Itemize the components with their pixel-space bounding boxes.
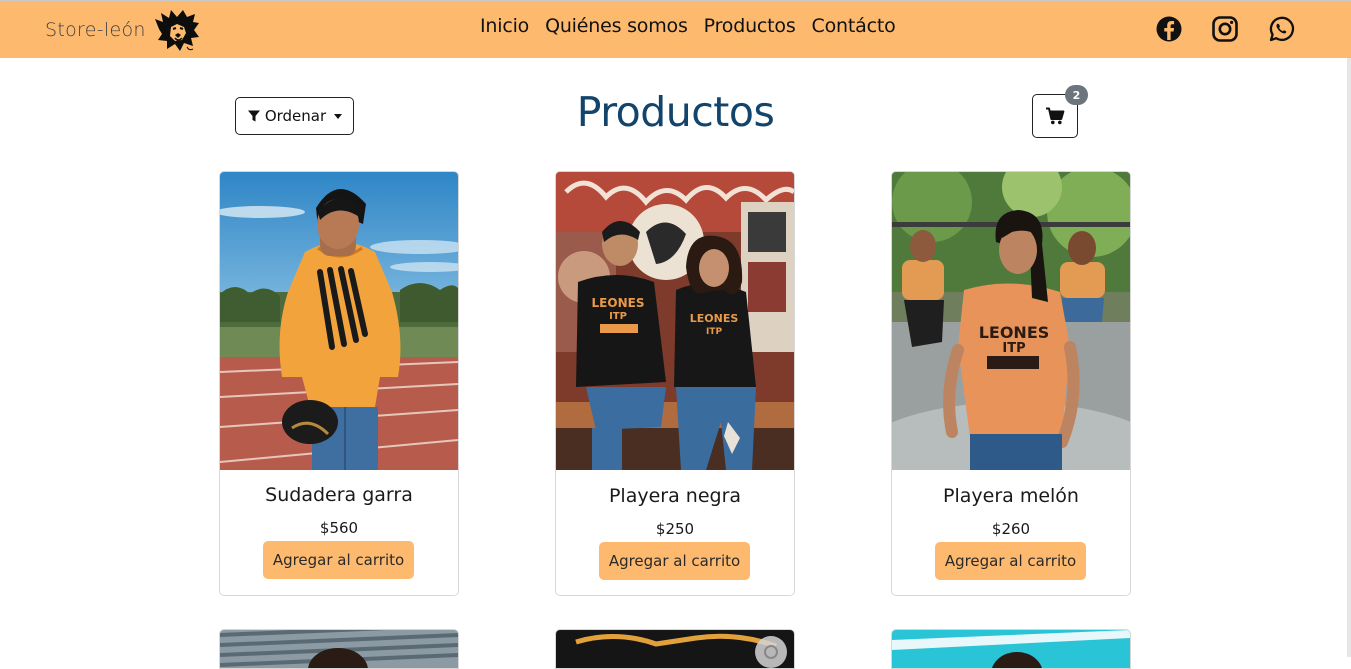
product-card: LEONES ITP Playera melón $260 Agregar al… [891, 171, 1131, 596]
product-price: $250 [655, 520, 695, 538]
product-name: Playera melón [943, 485, 1079, 507]
scrollbar[interactable] [1347, 58, 1351, 657]
product-price: $560 [319, 519, 359, 537]
svg-text:ITP: ITP [609, 311, 627, 322]
add-to-cart-button[interactable]: Agregar al carrito [935, 542, 1086, 580]
product-price: $260 [991, 520, 1031, 538]
product-card [555, 629, 795, 669]
cart-icon [1046, 107, 1065, 125]
svg-text:LEONES: LEONES [979, 323, 1050, 342]
nav-link-quienes-somos[interactable]: Quiénes somos [545, 15, 688, 37]
product-card [891, 629, 1131, 669]
product-image[interactable] [220, 172, 458, 470]
product-card [219, 629, 459, 669]
svg-text:LEONES: LEONES [690, 312, 739, 325]
cart-count-badge: 2 [1065, 85, 1088, 105]
page-title: Productos [576, 88, 775, 136]
add-to-cart-button[interactable]: Agregar al carrito [263, 541, 414, 579]
product-card: Sudadera garra $560 Agregar al carrito [219, 171, 459, 596]
product-name: Playera negra [608, 485, 742, 507]
instagram-icon[interactable] [1211, 15, 1239, 43]
brand-name[interactable]: Store-león [45, 19, 146, 41]
nav-link-productos[interactable]: Productos [704, 15, 796, 37]
facebook-icon[interactable] [1155, 15, 1183, 43]
svg-text:LEONES: LEONES [592, 296, 645, 310]
main-nav: Inicio Quiénes somos Productos Contácto [480, 15, 896, 37]
svg-text:ITP: ITP [706, 327, 722, 337]
product-image[interactable] [556, 630, 794, 669]
lion-head-icon[interactable] [153, 7, 201, 53]
product-image[interactable] [892, 630, 1130, 669]
whatsapp-icon[interactable] [1267, 15, 1295, 43]
product-card: LEONES ITP LEONES ITP Playera negra $250… [555, 171, 795, 596]
svg-text:ITP: ITP [1002, 341, 1025, 356]
product-image[interactable]: LEONES ITP [892, 172, 1130, 470]
product-image[interactable]: LEONES ITP LEONES ITP [556, 172, 794, 470]
add-to-cart-button[interactable]: Agregar al carrito [599, 542, 750, 580]
brand[interactable]: Store-león [45, 7, 201, 53]
product-name: Sudadera garra [265, 484, 413, 506]
navbar: Store-león Inicio Quiénes somos Producto… [0, 0, 1351, 58]
product-image[interactable] [220, 630, 458, 669]
nav-link-contacto[interactable]: Contácto [812, 15, 896, 37]
nav-link-inicio[interactable]: Inicio [480, 15, 529, 37]
